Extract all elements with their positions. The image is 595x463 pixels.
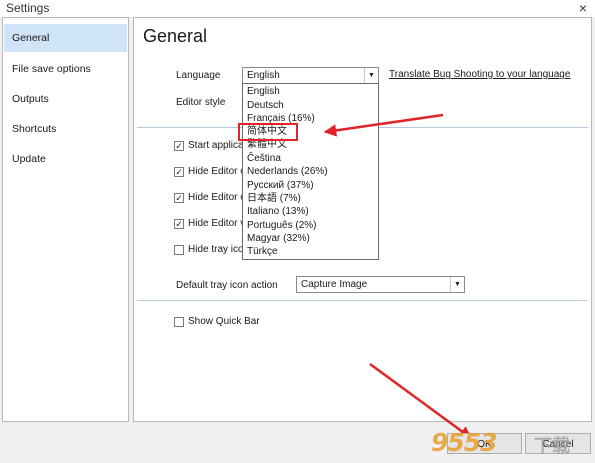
arrow-to-ok-button — [369, 362, 473, 440]
watermark-logo: 9553 — [431, 428, 498, 457]
annotation-arrows — [323, 113, 473, 440]
watermark-suffix: 下载 — [534, 436, 570, 457]
arrow-to-chinese-option — [323, 113, 444, 137]
